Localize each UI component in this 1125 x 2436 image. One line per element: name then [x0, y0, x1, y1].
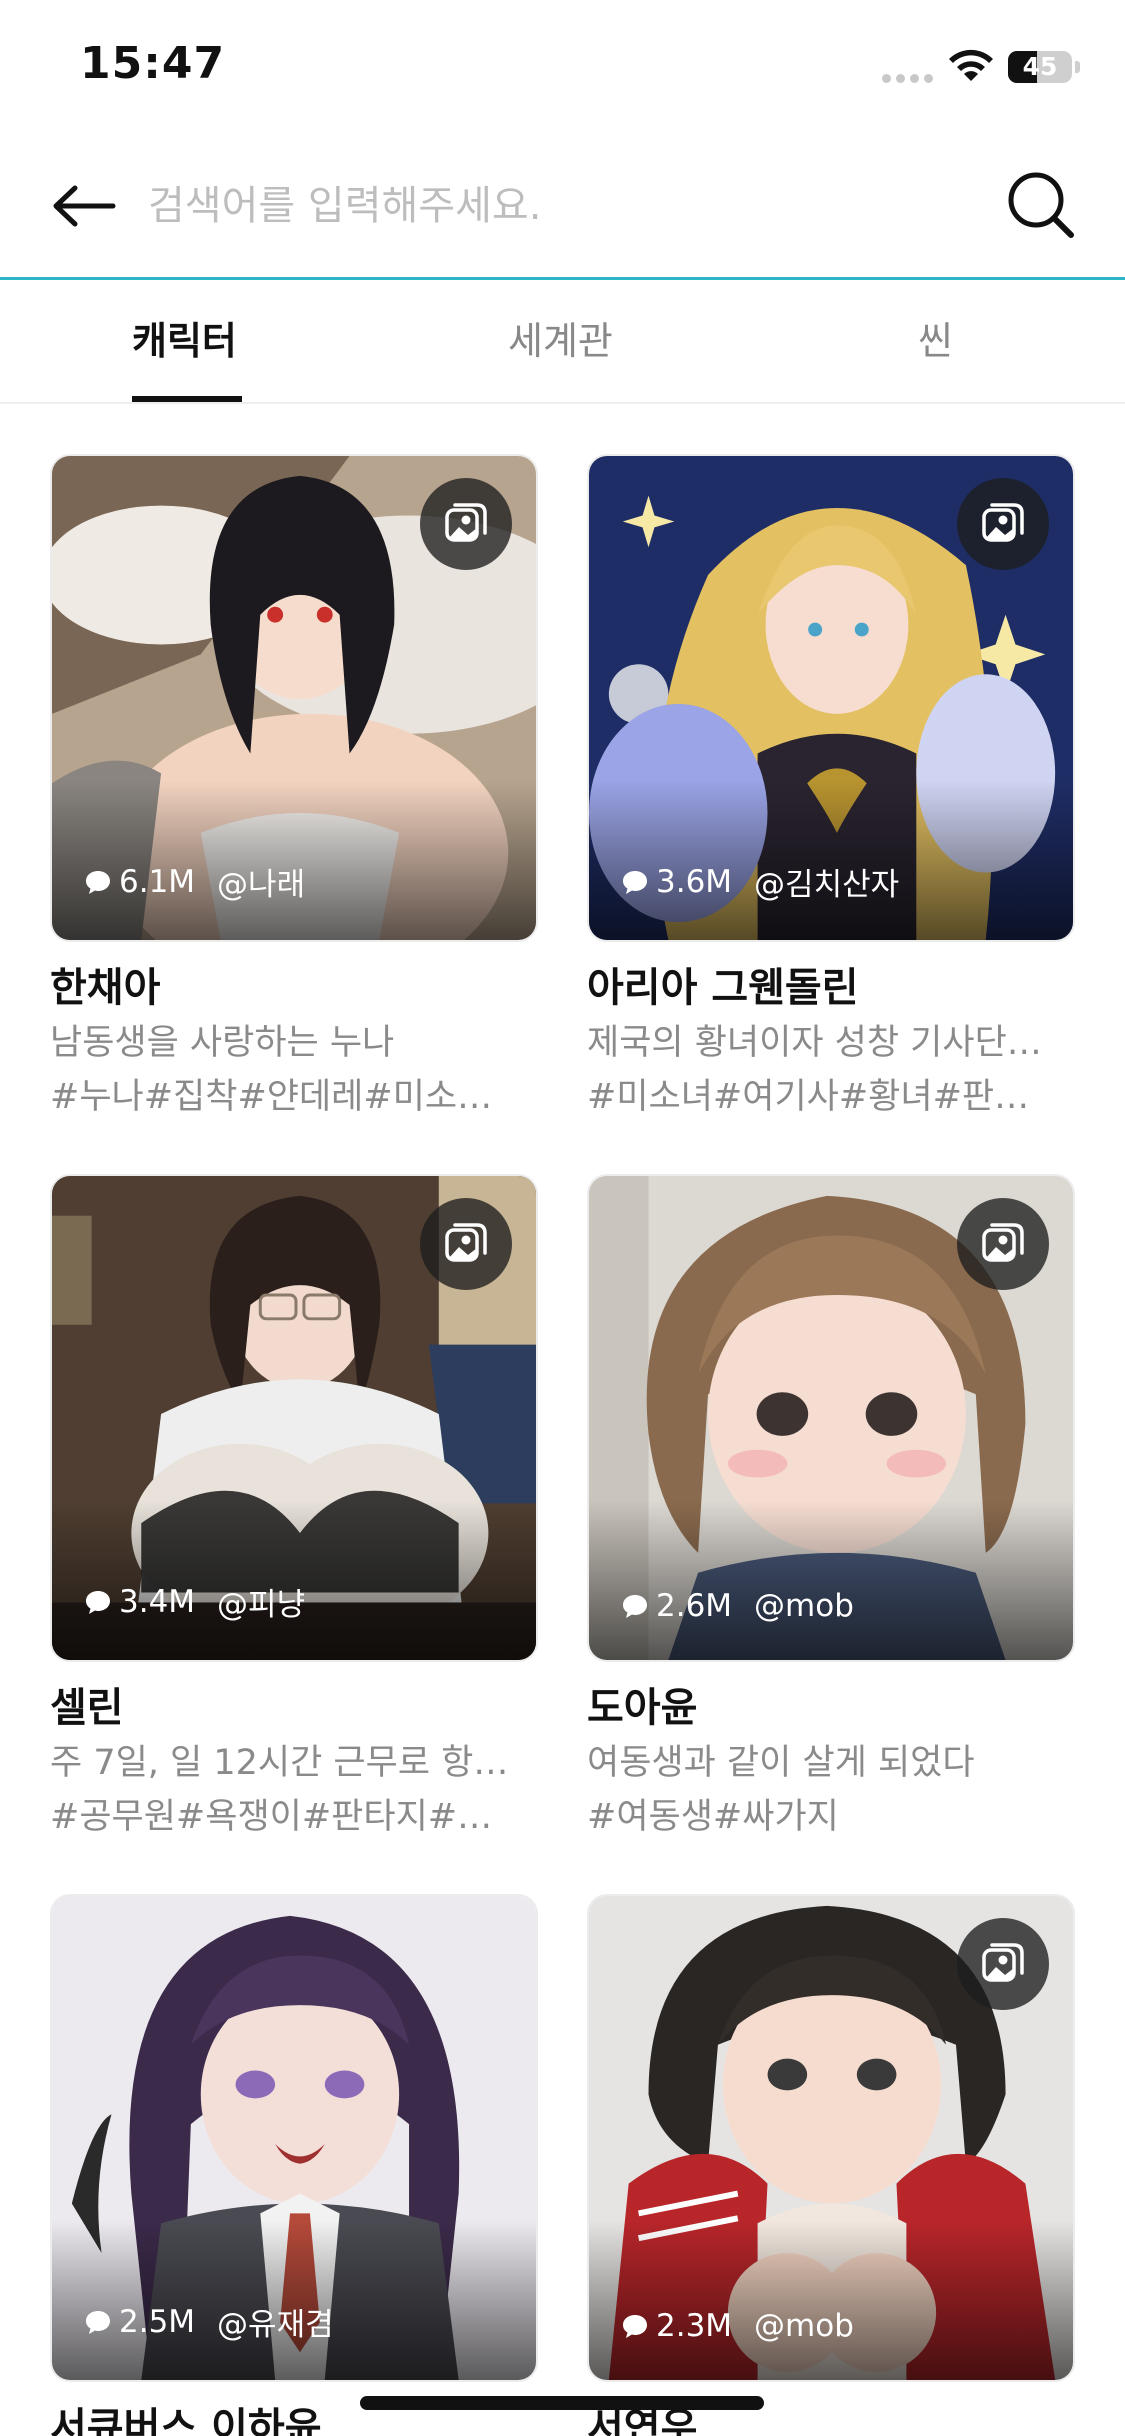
character-name: 도아윤 [587, 1685, 698, 1731]
character-card[interactable]: 2.3M @mob 서연우 [587, 1894, 1075, 2436]
arrow-left-icon [53, 185, 116, 227]
character-grid: 6.1M @나래 한채아 남동생을 사랑하는 누나 #누나#집착#얀데레#미소… [0, 404, 1125, 2436]
status-time: 15:47 [80, 38, 226, 89]
card-stats: 2.6M @mob [621, 1588, 854, 1624]
creator-handle[interactable]: @나래 [217, 859, 305, 904]
cellular-signal-icon [882, 74, 934, 84]
character-tags: #공무원#욕쟁이#판타지#… [50, 1797, 493, 1837]
creator-handle[interactable]: @피냥 [217, 1579, 305, 1624]
gallery-button[interactable] [957, 478, 1049, 570]
character-description: 남동생을 사랑하는 누나 [50, 1023, 395, 1063]
gallery-button[interactable] [420, 1198, 512, 1290]
character-thumbnail: 3.4M @피냥 [50, 1174, 538, 1662]
card-stats: 6.1M @나래 [84, 859, 305, 904]
chat-bubble-icon [621, 2312, 649, 2340]
gallery-button[interactable] [957, 1918, 1049, 2010]
chat-bubble-icon [84, 1588, 112, 1616]
chat-count: 6.1M [119, 863, 196, 900]
search-screen: 15:47 45 캐릭터 세계관 [0, 0, 1125, 2436]
character-description: 여동생과 같이 살게 되었다 [587, 1743, 975, 1783]
gallery-icon [982, 1223, 1024, 1262]
character-name: 셀린 [50, 1685, 124, 1731]
gallery-button[interactable] [957, 1198, 1049, 1290]
thumbnail-shade [589, 2220, 1073, 2380]
character-card[interactable]: 3.4M @피냥 셀린 주 7일, 일 12시간 근무로 항… #공무원#욕쟁이… [50, 1174, 538, 1844]
chat-bubble-icon [621, 1592, 649, 1620]
thumbnail-shade [589, 1500, 1073, 1660]
card-stats: 3.6M @김치산자 [621, 859, 899, 904]
chat-bubble-icon [84, 868, 112, 896]
battery-icon: 45 [1008, 51, 1072, 83]
category-tabs: 캐릭터 세계관 씬 [0, 280, 1125, 404]
character-card[interactable]: 2.5M @유재겸 서큐버스 이하윤 [50, 1894, 538, 2436]
card-stats: 2.5M @유재겸 [84, 2299, 334, 2344]
creator-handle[interactable]: @유재겸 [217, 2299, 334, 2344]
creator-handle[interactable]: @mob [754, 1588, 854, 1624]
card-stats: 3.4M @피냥 [84, 1579, 305, 1624]
gallery-icon [982, 1943, 1024, 1982]
character-description: 제국의 황녀이자 성창 기사단… [587, 1023, 1042, 1063]
creator-handle[interactable]: @mob [754, 2308, 854, 2344]
card-stats: 2.3M @mob [621, 2308, 854, 2344]
character-thumbnail: 3.6M @김치산자 [587, 454, 1075, 942]
battery-percent: 45 [1022, 52, 1058, 81]
character-thumbnail: 2.6M @mob [587, 1174, 1075, 1662]
character-card[interactable]: 6.1M @나래 한채아 남동생을 사랑하는 누나 #누나#집착#얀데레#미소… [50, 454, 538, 1124]
gallery-icon [982, 503, 1024, 542]
chat-count: 2.6M [656, 1588, 733, 1624]
character-tags: #미소녀#여기사#황녀#판… [587, 1077, 1030, 1117]
search-bar [0, 136, 1125, 280]
chat-count: 2.3M [656, 2308, 733, 2344]
active-tab-indicator [132, 396, 242, 402]
gallery-button[interactable] [420, 478, 512, 570]
character-card[interactable]: 3.6M @김치산자 아리아 그웬돌린 제국의 황녀이자 성창 기사단… #미소… [587, 454, 1075, 1124]
character-thumbnail: 2.5M @유재겸 [50, 1894, 538, 2382]
gallery-icon [445, 1223, 487, 1262]
character-tags: #누나#집착#얀데레#미소… [50, 1077, 493, 1117]
character-name: 한채아 [50, 965, 161, 1011]
character-card[interactable]: 2.6M @mob 도아윤 여동생과 같이 살게 되었다 #여동생#싸가지 [587, 1174, 1075, 1844]
tab-characters[interactable]: 캐릭터 [132, 280, 237, 402]
character-description: 주 7일, 일 12시간 근무로 항… [50, 1743, 509, 1783]
back-button[interactable] [44, 166, 124, 246]
gallery-icon [445, 503, 487, 542]
creator-handle[interactable]: @김치산자 [754, 859, 899, 904]
character-thumbnail: 2.3M @mob [587, 1894, 1075, 2382]
status-bar: 15:47 45 [0, 0, 1125, 136]
home-indicator[interactable] [360, 2396, 764, 2410]
chat-count: 2.5M [119, 2303, 196, 2340]
chat-bubble-icon [84, 2308, 112, 2336]
search-input[interactable] [148, 170, 968, 242]
search-icon [1008, 172, 1074, 238]
character-tags: #여동생#싸가지 [587, 1797, 839, 1837]
chat-count: 3.4M [119, 1583, 196, 1620]
battery-cap [1075, 61, 1080, 73]
tab-scenes[interactable]: 씬 [918, 280, 953, 402]
wifi-icon [949, 49, 993, 81]
search-button[interactable] [996, 160, 1086, 250]
character-thumbnail: 6.1M @나래 [50, 454, 538, 942]
chat-count: 3.6M [656, 863, 733, 900]
chat-bubble-icon [621, 868, 649, 896]
character-name: 아리아 그웬돌린 [587, 965, 859, 1011]
tab-worldviews[interactable]: 세계관 [508, 280, 613, 402]
